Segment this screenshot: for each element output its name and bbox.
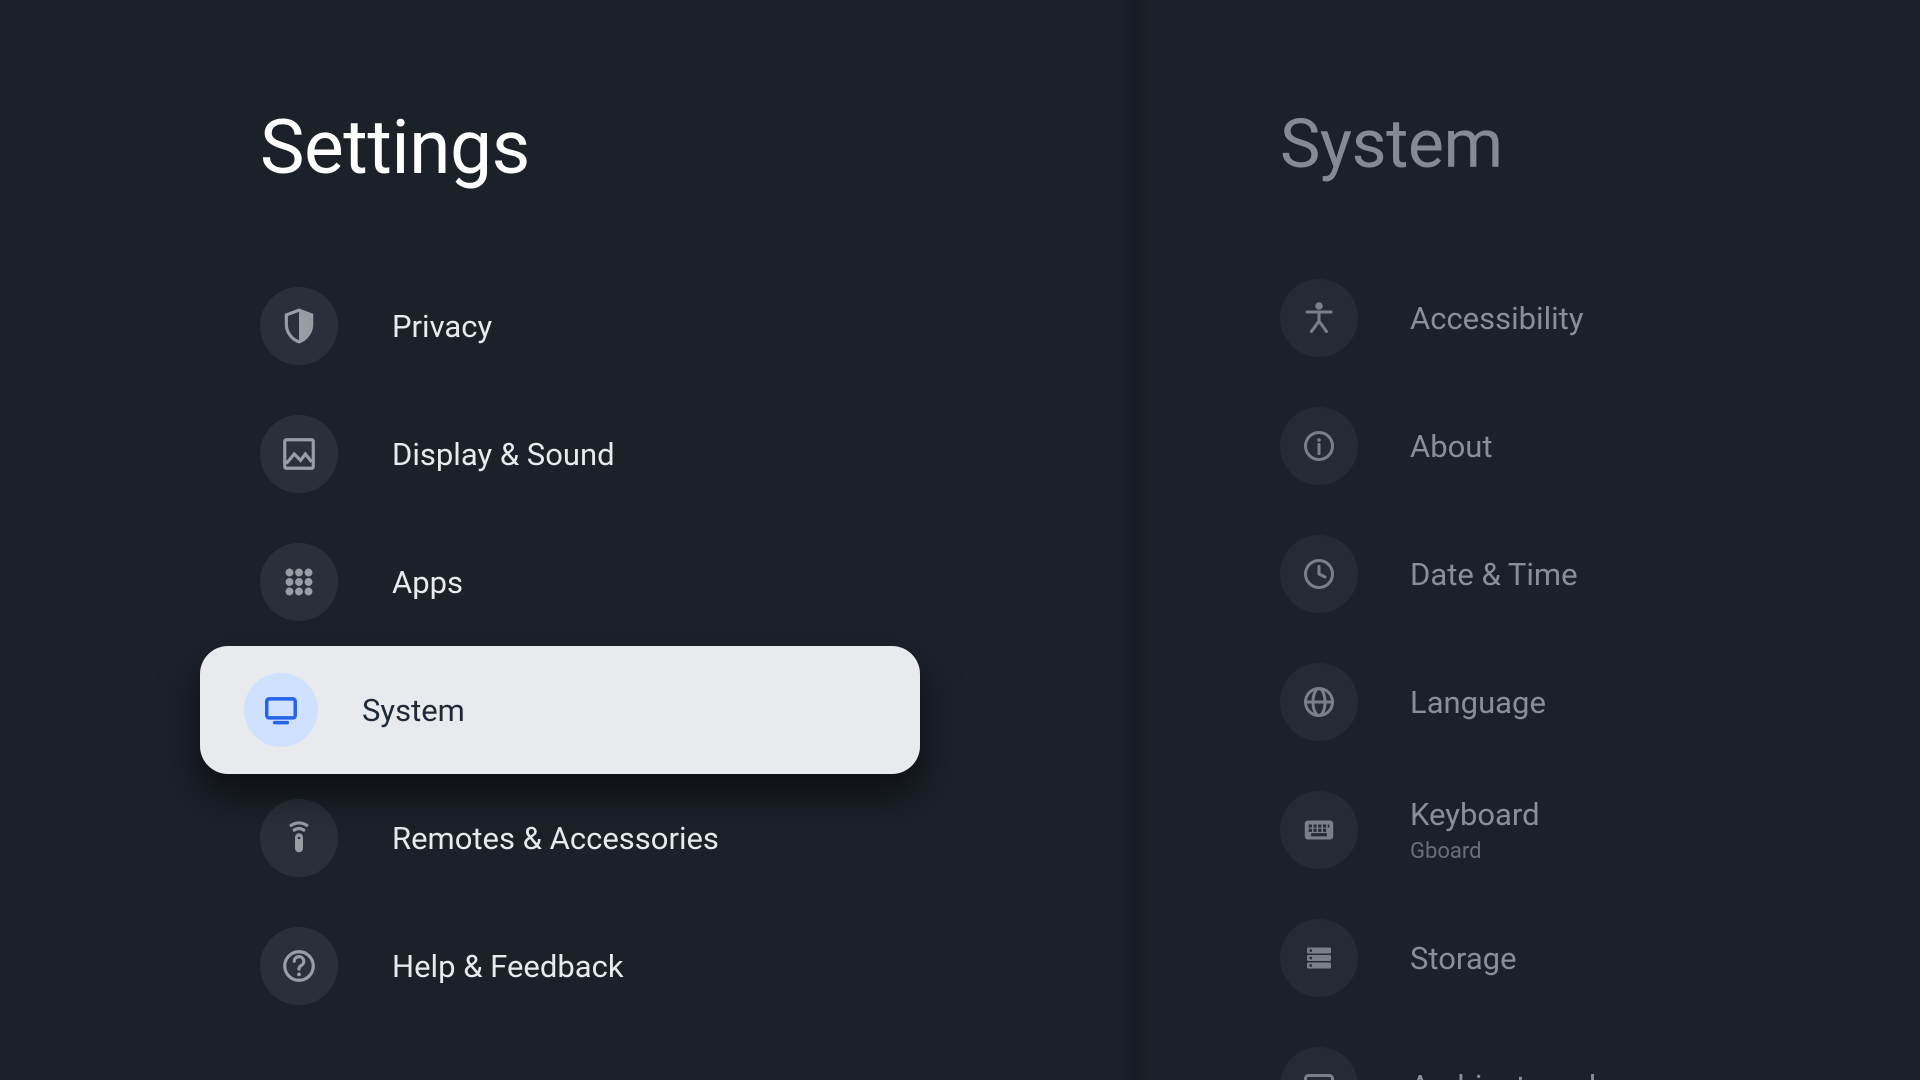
settings-item-system[interactable]: System [200, 646, 920, 774]
system-item-label: Keyboard [1410, 796, 1540, 833]
keyboard-icon [1280, 791, 1358, 869]
system-item-sublabel: Gboard [1410, 839, 1540, 864]
settings-item-label: Apps [392, 564, 463, 601]
info-icon [1280, 407, 1358, 485]
system-item-about[interactable]: About [1280, 382, 1920, 510]
ambient-icon [1280, 1047, 1358, 1080]
apps-grid-icon [260, 543, 338, 621]
accessibility-icon [1280, 279, 1358, 357]
monitor-icon [244, 673, 318, 747]
settings-item-label: Display & Sound [392, 436, 615, 473]
globe-icon [1280, 663, 1358, 741]
system-item-accessibility[interactable]: Accessibility [1280, 254, 1920, 382]
settings-pane: Settings Privacy Display & Sound Apps [0, 0, 1130, 1080]
system-title: System [1280, 104, 1920, 184]
system-pane: System Accessibility About Date & Time L… [1130, 0, 1920, 1080]
shield-icon [260, 287, 338, 365]
system-item-ambient[interactable]: Ambient mode [1280, 1022, 1920, 1080]
settings-item-help[interactable]: Help & Feedback [260, 902, 1130, 1030]
system-item-label: Ambient mode [1410, 1068, 1613, 1080]
system-item-date-time[interactable]: Date & Time [1280, 510, 1920, 638]
settings-item-label: Help & Feedback [392, 948, 624, 985]
settings-item-apps[interactable]: Apps [260, 518, 1130, 646]
settings-list: Privacy Display & Sound Apps System [260, 262, 1130, 1030]
help-icon [260, 927, 338, 1005]
settings-item-privacy[interactable]: Privacy [260, 262, 1130, 390]
system-list: Accessibility About Date & Time Language [1280, 254, 1920, 1080]
system-item-language[interactable]: Language [1280, 638, 1920, 766]
storage-icon [1280, 919, 1358, 997]
system-item-label: Accessibility [1410, 300, 1583, 337]
system-item-label: Storage [1410, 940, 1517, 977]
system-item-label: Language [1410, 684, 1546, 721]
settings-item-remotes[interactable]: Remotes & Accessories [260, 774, 1130, 902]
settings-item-label: System [362, 692, 465, 729]
system-item-storage[interactable]: Storage [1280, 894, 1920, 1022]
clock-icon [1280, 535, 1358, 613]
system-item-keyboard[interactable]: Keyboard Gboard [1280, 766, 1920, 894]
settings-item-label: Privacy [392, 308, 492, 345]
settings-title: Settings [260, 104, 1130, 192]
system-item-label: Date & Time [1410, 556, 1578, 593]
settings-item-label: Remotes & Accessories [392, 820, 719, 857]
system-item-label: About [1410, 428, 1493, 465]
remote-icon [260, 799, 338, 877]
image-icon [260, 415, 338, 493]
settings-item-display-sound[interactable]: Display & Sound [260, 390, 1130, 518]
